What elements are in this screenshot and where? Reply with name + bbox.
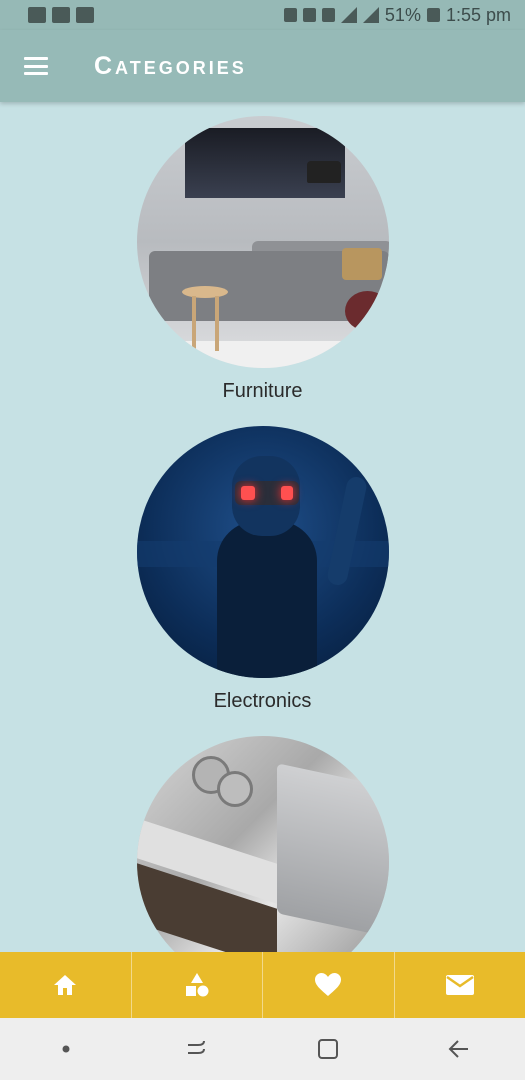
alarm-icon [283,8,297,22]
nfc-icon [321,8,335,22]
category-list[interactable]: Furniture Electronics [0,102,525,952]
back-button[interactable] [439,1029,479,1069]
category-electronics[interactable]: Electronics [0,426,525,713]
recents-button[interactable] [177,1029,217,1069]
nav-dot-indicator[interactable] [46,1029,86,1069]
recents-icon [187,1040,205,1054]
nav-categories[interactable] [132,952,263,1018]
nav-messages[interactable] [395,952,525,1018]
nav-home[interactable] [0,952,132,1018]
page-title: Categories [94,51,247,80]
home-square-icon [318,1039,339,1059]
electronics-image[interactable] [136,426,389,678]
shapes-icon [185,973,209,997]
system-nav-bar [0,1018,525,1080]
hamburger-menu-icon[interactable] [24,57,48,75]
bottom-nav [0,952,525,1018]
clock: 1:55 pm [445,4,511,25]
mute-icon [302,8,316,22]
chat-notification-icon [76,7,94,23]
battery-percent: 51% [384,4,421,25]
category-label: Electronics [213,690,312,712]
app-bar: Categories [0,30,525,102]
home-button[interactable] [308,1029,348,1069]
category-label: Furniture [222,380,303,402]
home-icon [54,975,77,995]
gallery-notification-icon [28,7,46,23]
battery-icon [426,8,440,22]
mail-icon [445,975,474,995]
nav-favorites[interactable] [263,952,395,1018]
category-appliances[interactable] [0,736,525,952]
furniture-image[interactable] [136,116,389,368]
status-bar-left [28,7,94,23]
signal-icon-2 [362,7,379,23]
vimeo-notification-icon [52,7,70,23]
category-furniture[interactable]: Furniture [0,116,525,403]
back-arrow-icon [448,1040,469,1058]
signal-icon [340,7,357,23]
status-bar-right: 51% 1:55 pm [283,4,511,26]
dot-icon [62,1045,70,1053]
appliances-image[interactable] [136,736,389,952]
status-bar: 51% 1:55 pm [0,0,525,30]
heart-icon [315,973,342,996]
